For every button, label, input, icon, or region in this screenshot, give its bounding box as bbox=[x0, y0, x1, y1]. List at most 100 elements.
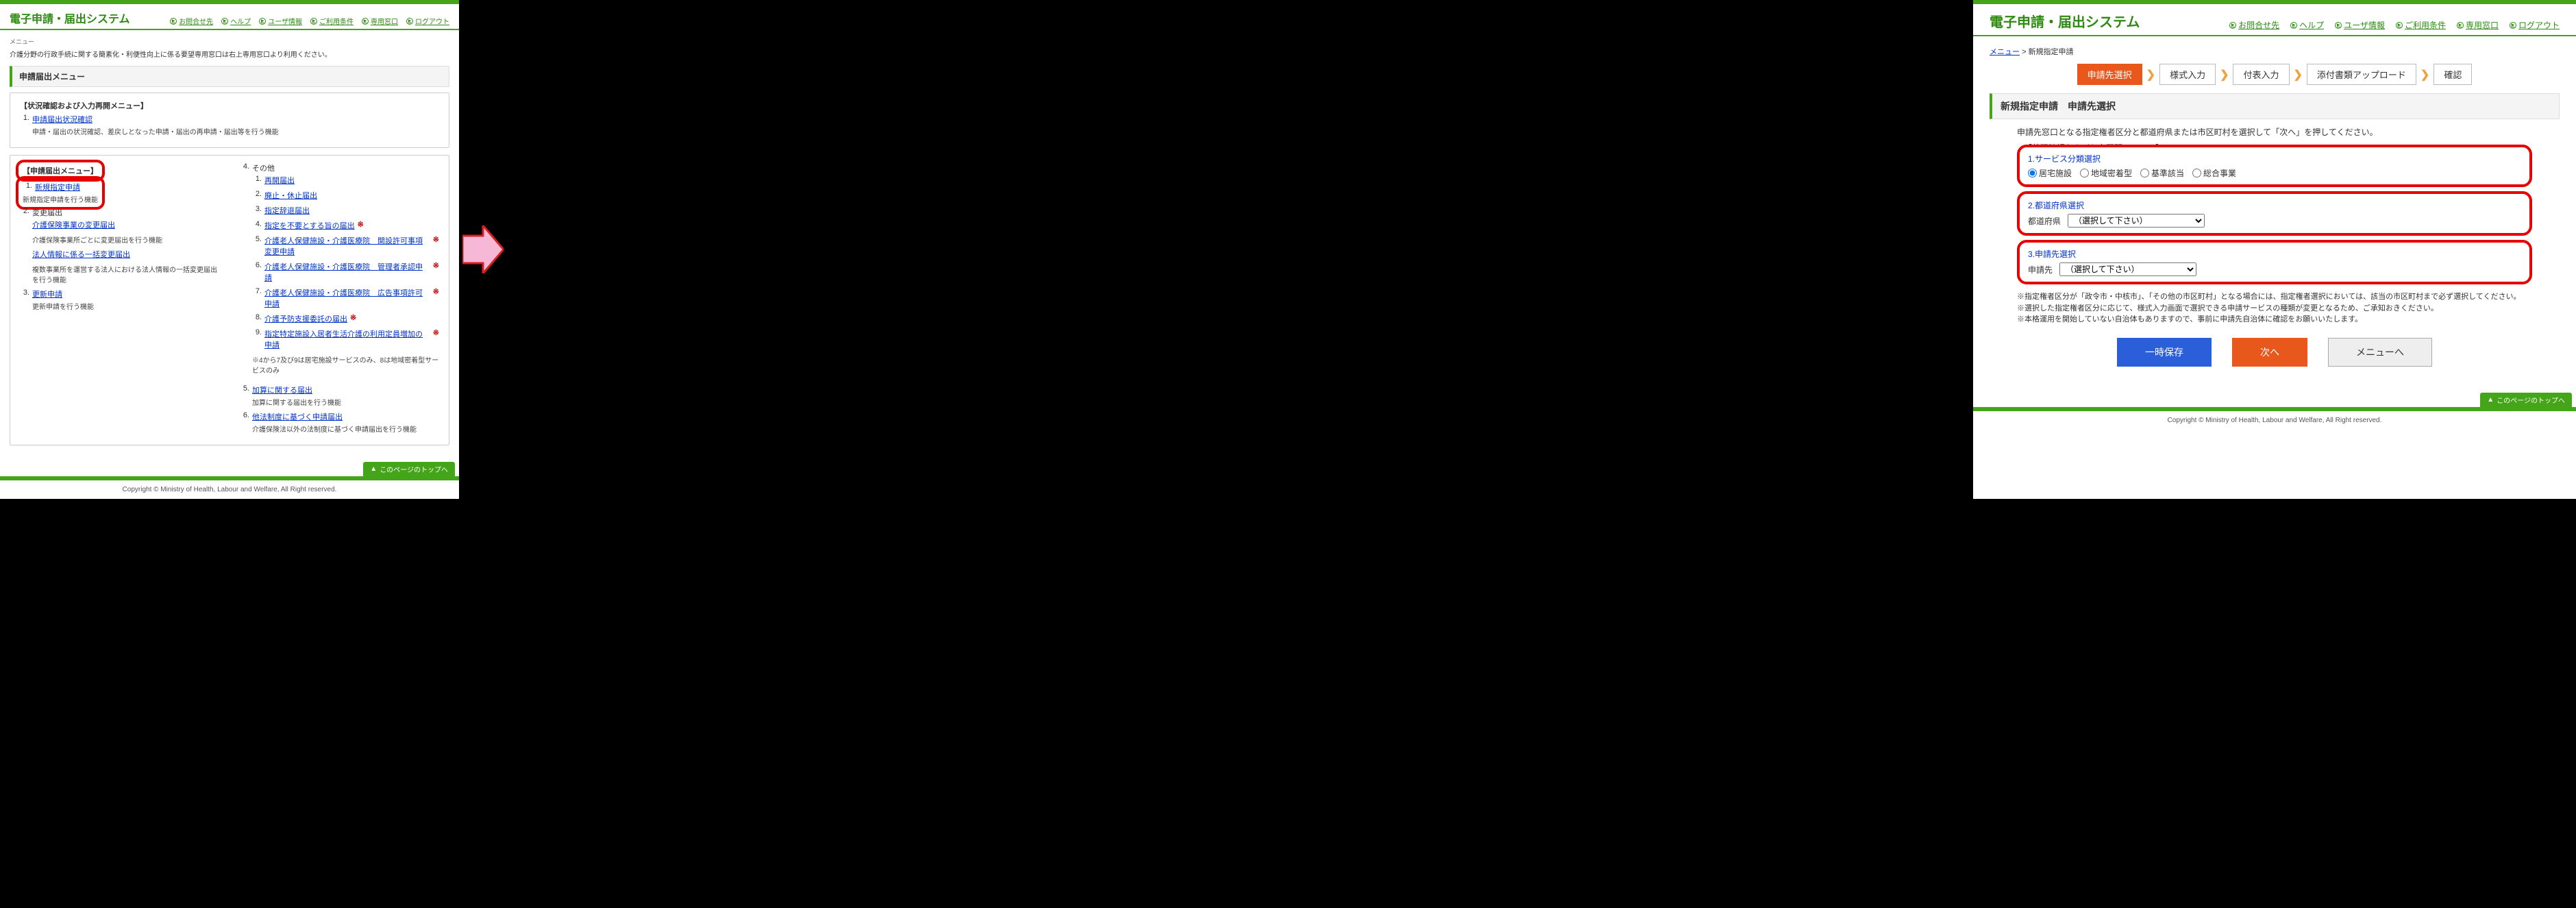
bullet-icon: ▶ bbox=[259, 18, 266, 25]
system-title: 電子申請・届出システム bbox=[1990, 11, 2140, 31]
instruction: 申請先窓口となる指定権者区分と都道府県または市区町村を選択して「次へ」を押してく… bbox=[2017, 126, 2560, 138]
menu-link[interactable]: 再開届出 bbox=[264, 175, 295, 186]
bullet-icon: ▶ bbox=[170, 18, 177, 25]
header-link[interactable]: ▶ヘルプ bbox=[2290, 19, 2324, 31]
bullet-icon: ▶ bbox=[362, 18, 369, 25]
sec3-title: 3.申請先選択 bbox=[2028, 248, 2521, 260]
up-icon: ▲ bbox=[2487, 396, 2494, 404]
chevron-right-icon: ❯ bbox=[2220, 68, 2229, 82]
next-button[interactable]: 次へ bbox=[2232, 338, 2307, 367]
bullet-icon: ▶ bbox=[2335, 22, 2342, 29]
bullet-icon: ▶ bbox=[221, 18, 228, 25]
sec2-title: 2.都道府県選択 bbox=[2028, 199, 2521, 211]
menu-link[interactable]: 介護老人保健施設・介護医療院 管理者承認申請 bbox=[264, 261, 430, 283]
arrow-icon bbox=[462, 225, 504, 273]
asterisk-icon: ※ bbox=[433, 235, 439, 244]
progress-step: 添付書類アップロード bbox=[2307, 64, 2416, 85]
menu-link[interactable]: 介護老人保健施設・介護医療院 開設許可事項変更申請 bbox=[264, 235, 430, 257]
to-top-link[interactable]: ▲このページのトップへ bbox=[2480, 393, 2572, 407]
progress-steps: 申請先選択 ❯ 様式入力 ❯ 付表入力 ❯ 添付書類アップロード ❯ 確認 bbox=[1990, 64, 2560, 85]
status-desc: 申請・届出の状況確認、差戻しとなった申請・届出の再申請・届出等を行う機能 bbox=[32, 126, 439, 136]
menu-link[interactable]: 介護保険事業の変更届出 bbox=[32, 221, 115, 230]
breadcrumb-current: 新規指定申請 bbox=[2029, 48, 2074, 56]
section-title: 申請届出メニュー bbox=[10, 66, 449, 87]
header-link[interactable]: ▶お問合せ先 bbox=[170, 16, 213, 26]
asterisk-icon: ※ bbox=[433, 261, 439, 270]
app-panel-title: 【申請届出メニュー】 bbox=[23, 167, 98, 175]
status-panel-title: 【状況確認および入力再開メニュー】 bbox=[20, 100, 439, 111]
destination-box: 3.申請先選択 申請先 （選択して下さい） bbox=[2017, 240, 2532, 284]
bullet-icon: ▶ bbox=[2457, 22, 2464, 29]
menu-link[interactable]: 他法制度に基づく申請届出 bbox=[252, 411, 343, 422]
prefecture-select[interactable]: （選択して下さい） bbox=[2068, 214, 2205, 228]
prefecture-label: 都道府県 bbox=[2028, 215, 2061, 227]
header-link[interactable]: ▶ログアウト bbox=[2510, 19, 2560, 31]
header-links: ▶お問合せ先 ▶ヘルプ ▶ユーザ情報 ▶ご利用条件 ▶専用窓口 ▶ログアウト bbox=[170, 16, 449, 26]
menu-link[interactable]: 新規指定申請 bbox=[35, 182, 80, 193]
note-text: ※本格運用を開始していない自治体もありますので、事前に申請先自治体に確認をお願い… bbox=[2017, 314, 2532, 326]
asterisk-icon: ※ bbox=[433, 328, 439, 337]
bullet-icon: ▶ bbox=[2290, 22, 2297, 29]
save-button[interactable]: 一時保存 bbox=[2117, 338, 2212, 367]
menu-link[interactable]: 指定辞退届出 bbox=[264, 205, 310, 216]
menu-link[interactable]: 指定特定施設入居者生活介護の利用定員増加の申請 bbox=[264, 328, 430, 350]
header-link[interactable]: ▶お問合せ先 bbox=[2229, 19, 2279, 31]
progress-step: 申請先選択 bbox=[2077, 64, 2142, 85]
bullet-icon: ▶ bbox=[2510, 22, 2516, 29]
menu-link[interactable]: 更新申請 bbox=[32, 289, 62, 299]
intro-note: 介護分野の行政手続に関する簡素化・利便性向上に係る要望専用窓口は右上専用窓口より… bbox=[10, 49, 449, 59]
header-link[interactable]: ▶ユーザ情報 bbox=[2335, 19, 2385, 31]
to-top-link[interactable]: ▲このページのトップへ bbox=[363, 462, 455, 476]
header-link[interactable]: ▶専用窓口 bbox=[362, 16, 398, 26]
bullet-icon: ▶ bbox=[2229, 22, 2236, 29]
header-link[interactable]: ▶ご利用条件 bbox=[2396, 19, 2446, 31]
destination-label: 申請先 bbox=[2028, 264, 2053, 275]
app-panel: 【申請届出メニュー】1.新規指定申請新規指定申請を行う機能2.変更届出介護保険事… bbox=[10, 155, 449, 445]
breadcrumb: メニュー > 新規指定申請 bbox=[1990, 46, 2560, 57]
asterisk-icon: ※ bbox=[358, 220, 364, 229]
menu-link[interactable]: 加算に関する届出 bbox=[252, 384, 312, 395]
header-link[interactable]: ▶ログアウト bbox=[406, 16, 449, 26]
header-link[interactable]: ▶ご利用条件 bbox=[310, 16, 354, 26]
note-text: ※選択した指定権者区分に応じて、様式入力画面で選択できる申請サービスの種類が変更… bbox=[2017, 303, 2532, 315]
service-radio[interactable]: 総合事業 bbox=[2192, 167, 2236, 179]
menu-link[interactable]: 廃止・休止届出 bbox=[264, 190, 317, 201]
header-link[interactable]: ▶ヘルプ bbox=[221, 16, 251, 26]
bullet-icon: ▶ bbox=[406, 18, 413, 25]
breadcrumb-menu-link[interactable]: メニュー bbox=[1990, 48, 2020, 56]
chevron-right-icon: ❯ bbox=[2294, 68, 2303, 82]
copyright: Copyright © Ministry of Health, Labour a… bbox=[0, 480, 459, 499]
menu-link[interactable]: 法人情報に係る一括変更届出 bbox=[32, 251, 130, 259]
service-radio[interactable]: 居宅施設 bbox=[2028, 167, 2072, 179]
sec1-title: 1.サービス分類選択 bbox=[2028, 153, 2521, 164]
progress-step: 付表入力 bbox=[2233, 64, 2289, 85]
progress-step: 様式入力 bbox=[2159, 64, 2216, 85]
menu-label: メニュー bbox=[10, 37, 449, 46]
prefecture-box: 2.都道府県選択 都道府県 （選択して下さい） bbox=[2017, 191, 2532, 236]
bullet-icon: ▶ bbox=[2396, 22, 2403, 29]
destination-select[interactable]: （選択して下さい） bbox=[2059, 262, 2196, 276]
menu-link[interactable]: 介護予防支援委託の届出 bbox=[264, 313, 347, 324]
section-title: 新規指定申請 申請先選択 bbox=[1990, 93, 2560, 119]
menu-link[interactable]: 介護老人保健施設・介護医療院 広告事項許可申請 bbox=[264, 287, 430, 309]
service-radio[interactable]: 地域密着型 bbox=[2080, 167, 2132, 179]
copyright: Copyright © Ministry of Health, Labour a… bbox=[1973, 411, 2576, 430]
note-text: ※指定権者区分が「政令市・中核市」、「その他の市区町村」となる場合には、指定権者… bbox=[2017, 291, 2532, 303]
header-links: ▶お問合せ先 ▶ヘルプ ▶ユーザ情報 ▶ご利用条件 ▶専用窓口 ▶ログアウト bbox=[2229, 19, 2560, 31]
service-category-box: 1.サービス分類選択 居宅施設地域密着型基準該当総合事業 bbox=[2017, 145, 2532, 187]
chevron-right-icon: ❯ bbox=[2146, 68, 2155, 82]
asterisk-icon: ※ bbox=[433, 287, 439, 296]
progress-step: 確認 bbox=[2433, 64, 2472, 85]
header-link[interactable]: ▶ユーザ情報 bbox=[259, 16, 302, 26]
chevron-right-icon: ❯ bbox=[2420, 68, 2429, 82]
system-title: 電子申請・届出システム bbox=[10, 10, 130, 26]
asterisk-icon: ※ bbox=[350, 313, 356, 322]
header-link[interactable]: ▶専用窓口 bbox=[2457, 19, 2499, 31]
status-panel: 【状況確認および入力再開メニュー】 1.申請届出状況確認 申請・届出の状況確認、… bbox=[10, 93, 449, 148]
menu-button[interactable]: メニューへ bbox=[2328, 338, 2432, 367]
menu-link[interactable]: 指定を不要とする旨の届出 bbox=[264, 220, 355, 231]
service-radio[interactable]: 基準該当 bbox=[2140, 167, 2184, 179]
status-confirm-link[interactable]: 申請届出状況確認 bbox=[32, 114, 92, 125]
up-icon: ▲ bbox=[370, 465, 377, 473]
bullet-icon: ▶ bbox=[310, 18, 317, 25]
